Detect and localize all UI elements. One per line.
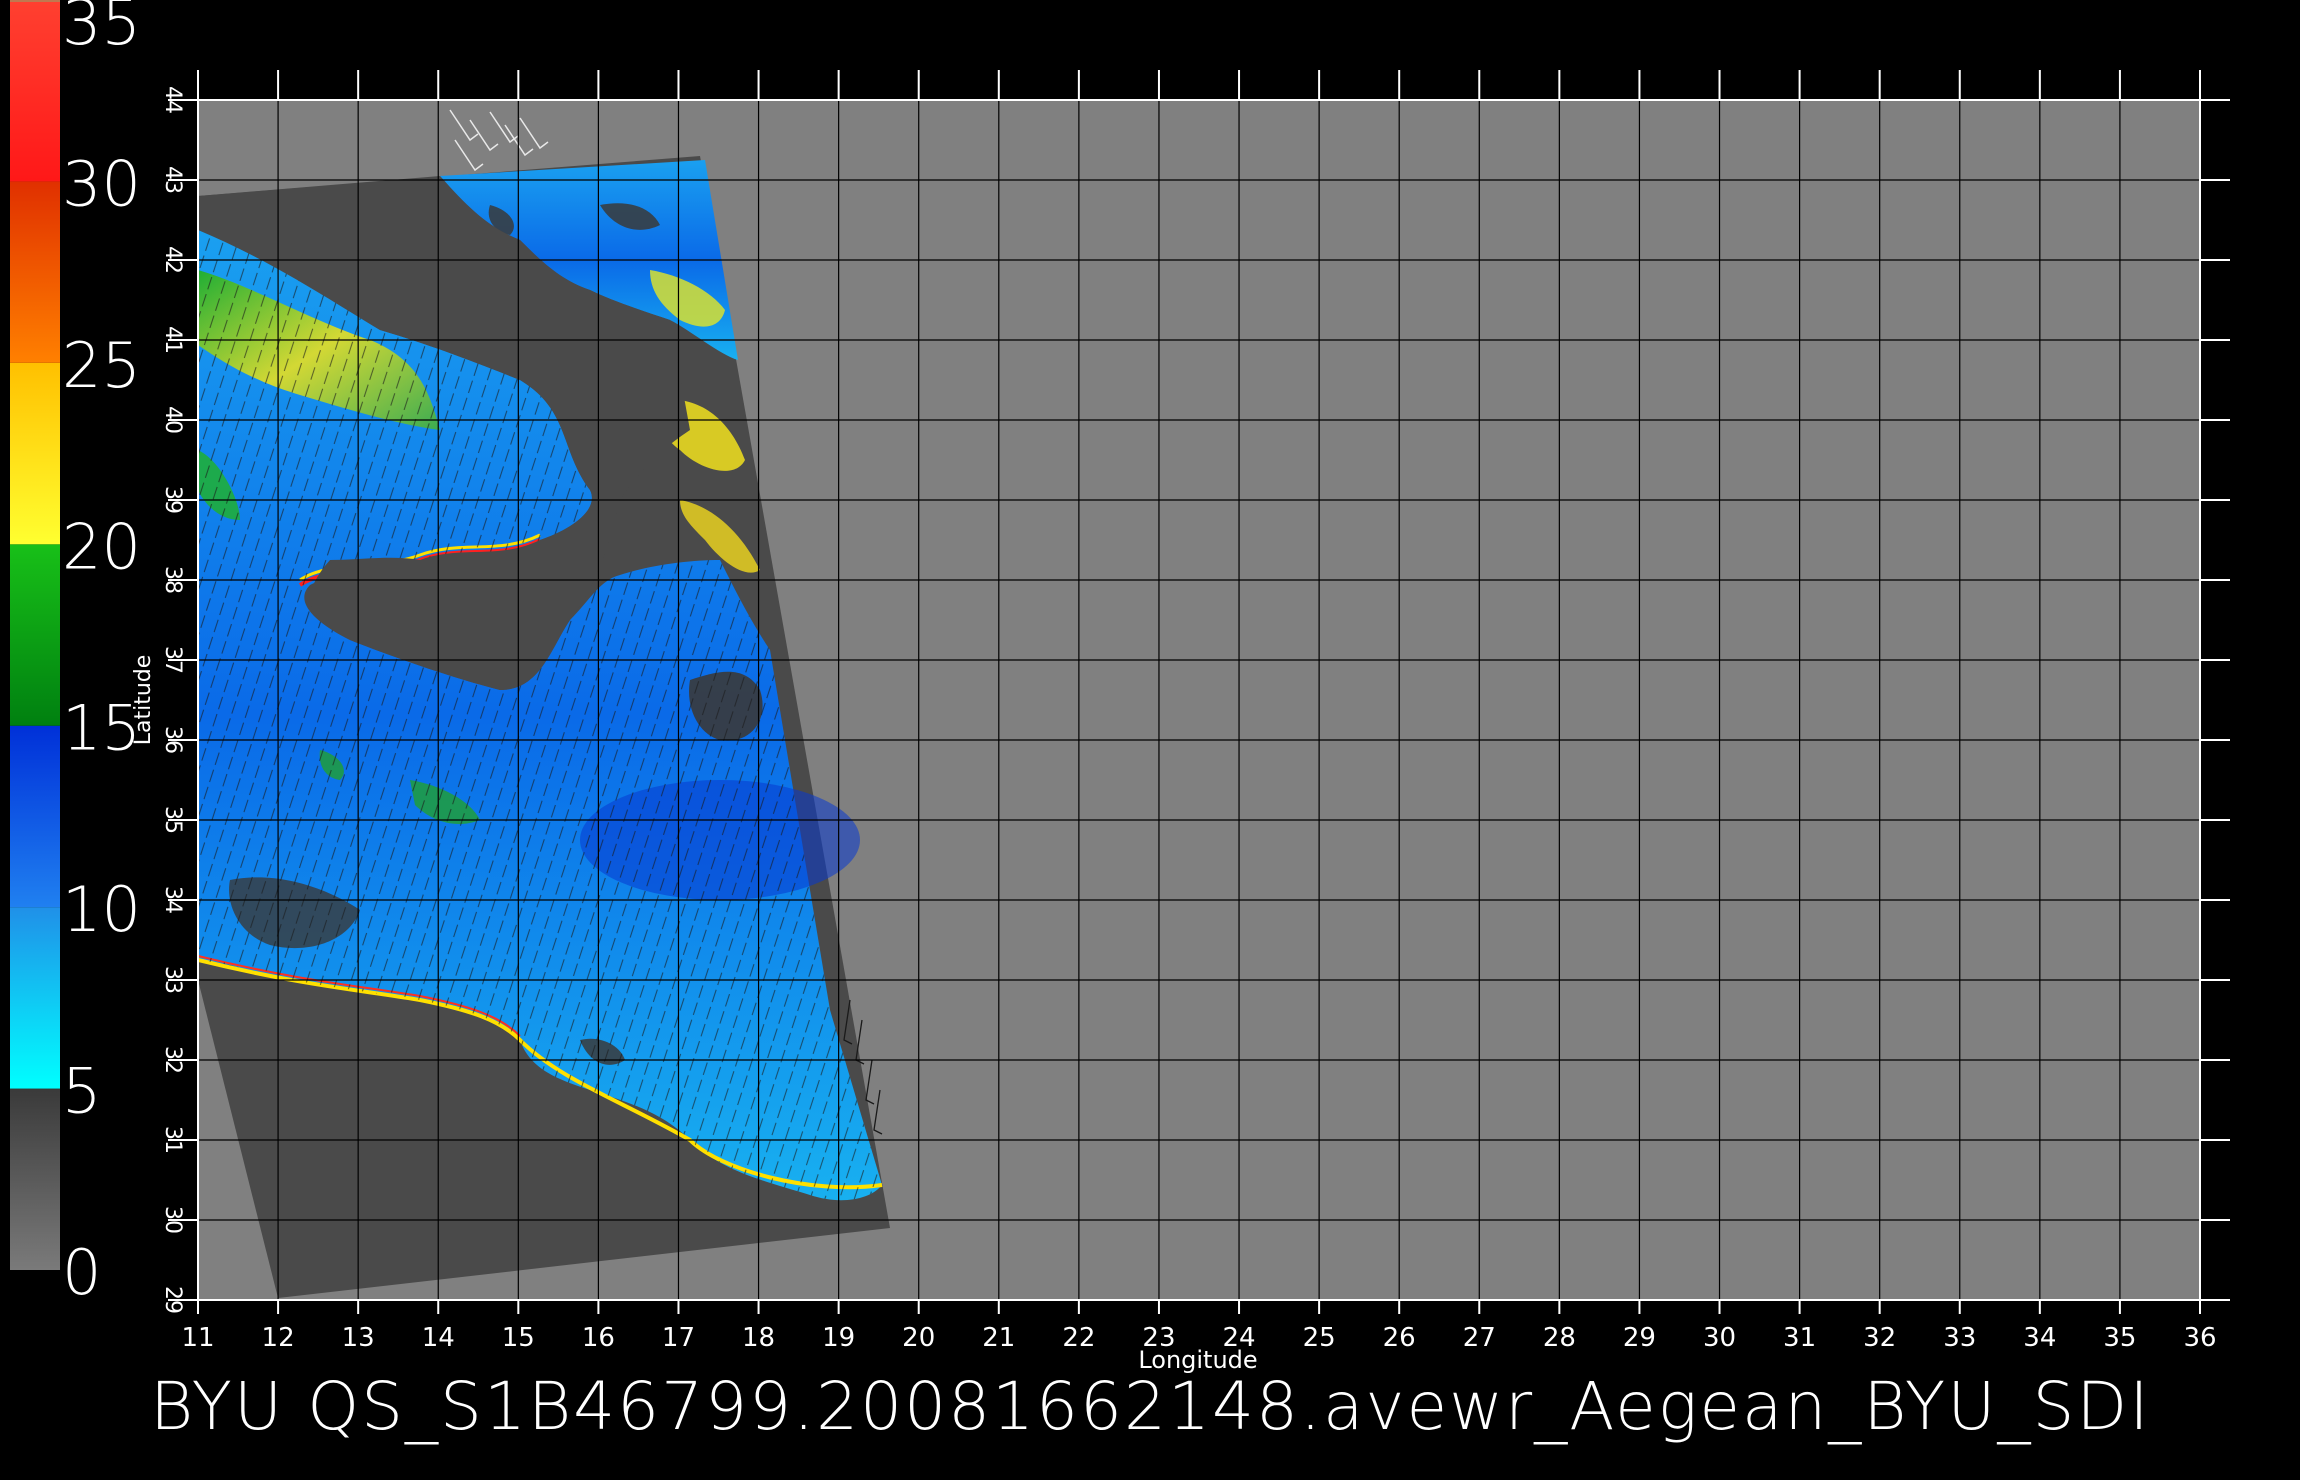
colorbar-label: 10	[62, 873, 141, 946]
x-tick-label: 29	[1623, 1323, 1656, 1353]
colorbar-label: 0	[62, 1236, 101, 1309]
x-tick-label: 34	[2023, 1323, 2056, 1353]
x-tick-label: 12	[262, 1323, 295, 1353]
x-tick-label: 35	[2103, 1323, 2136, 1353]
y-tick-label: 31	[160, 1126, 185, 1154]
colorbar-labels: 0 5 10 15 20 25 30 35	[62, 0, 141, 1309]
x-tick-label: 26	[1383, 1323, 1416, 1353]
x-tick-label: 36	[2183, 1323, 2216, 1353]
x-tick-label: 21	[982, 1323, 1015, 1353]
x-tick-label: 32	[1863, 1323, 1896, 1353]
colorbar-label: 35	[62, 0, 141, 59]
x-tick-label: 22	[1062, 1323, 1095, 1353]
x-tick-label: 15	[502, 1323, 535, 1353]
y-tick-label: 36	[160, 726, 185, 754]
x-tick-label: 28	[1543, 1323, 1576, 1353]
y-tick-labels: 29 30 31 32 33 34 35 36 37 38 39 40 41 42 43 44	[160, 86, 185, 1314]
y-tick-label: 37	[160, 646, 185, 674]
colorbar-label: 25	[62, 329, 141, 402]
y-tick-label: 42	[160, 246, 185, 274]
x-tick-label: 31	[1783, 1323, 1816, 1353]
x-tick-label: 27	[1463, 1323, 1496, 1353]
colorbar-band	[10, 907, 60, 1089]
colorbar-label: 5	[62, 1055, 101, 1128]
y-tick-label: 35	[160, 806, 185, 834]
x-tick-label: 20	[902, 1323, 935, 1353]
y-tick-label: 29	[160, 1286, 185, 1314]
y-tick-label: 33	[160, 966, 185, 994]
colorbar-label: 30	[62, 147, 141, 220]
x-tick-label: 30	[1703, 1323, 1736, 1353]
y-tick-label: 38	[160, 566, 185, 594]
y-tick-label: 40	[160, 406, 185, 434]
colorbar-label: 15	[62, 692, 141, 765]
colorbar-band	[10, 181, 60, 363]
colorbar-band	[10, 544, 60, 726]
colorbar-band	[10, 362, 60, 545]
colorbar-band	[10, 0, 60, 182]
x-tick-label: 13	[342, 1323, 375, 1353]
y-tick-label: 32	[160, 1046, 185, 1074]
x-tick-label: 14	[422, 1323, 455, 1353]
x-tick-label: 17	[662, 1323, 695, 1353]
y-tick-label: 30	[160, 1206, 185, 1234]
x-tick-label: 18	[742, 1323, 775, 1353]
y-tick-label: 44	[160, 86, 185, 114]
y-tick-label: 43	[160, 166, 185, 194]
x-tick-label: 25	[1303, 1323, 1336, 1353]
colorbar-band	[10, 1088, 60, 1270]
y-tick-label: 34	[160, 886, 185, 914]
colorbar-band	[10, 725, 60, 908]
y-axis-label: Latitude	[131, 655, 156, 746]
x-tick-label: 11	[181, 1323, 214, 1353]
wind-speed-colorbar	[10, 0, 60, 1270]
image-caption: BYU QS_S1B46799.20081662148.avewr_Aegean…	[150, 1368, 2151, 1445]
wind-speed-map: 0 5 10 15 20 25 30 35 11 12 13 14 15 16 17 18 1…	[10, 0, 2230, 1374]
x-tick-label: 19	[822, 1323, 855, 1353]
x-tick-label: 16	[582, 1323, 615, 1353]
y-tick-label: 41	[160, 326, 185, 354]
x-tick-label: 33	[1943, 1323, 1976, 1353]
colorbar-top-band	[10, 0, 60, 2]
y-tick-label: 39	[160, 486, 185, 514]
colorbar-label: 20	[62, 510, 141, 583]
